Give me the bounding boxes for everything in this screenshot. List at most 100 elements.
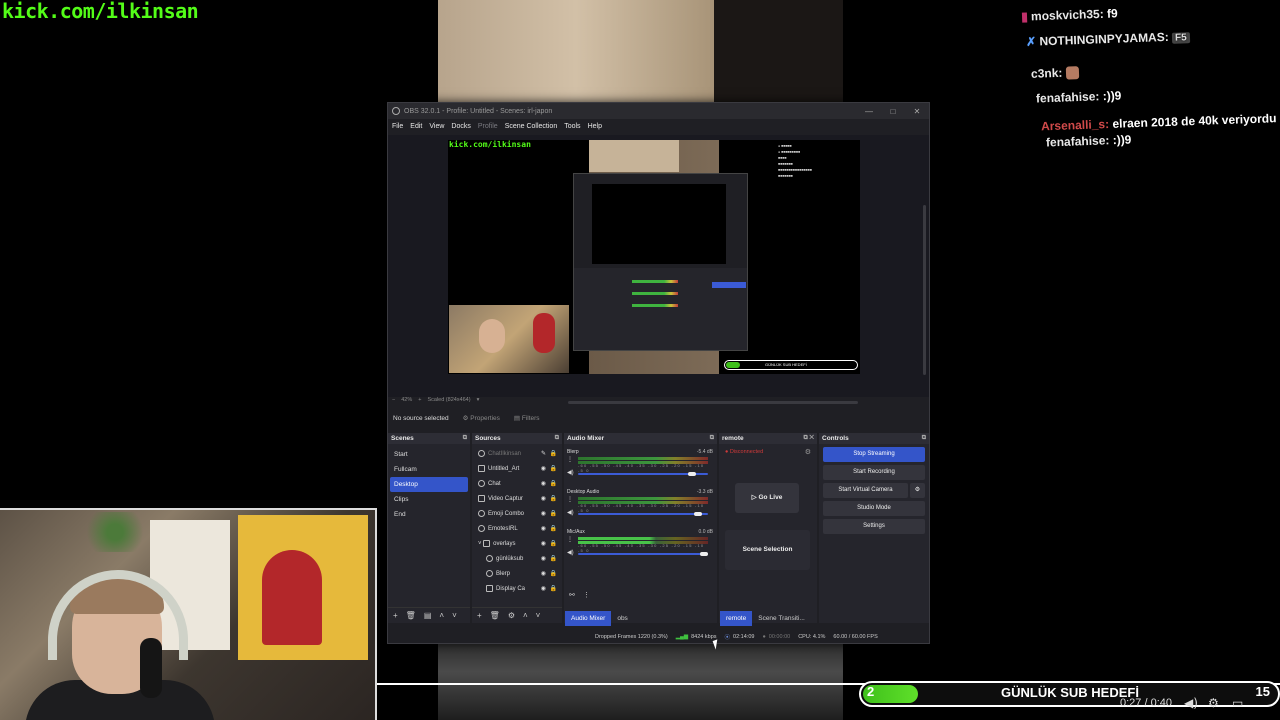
program-preview[interactable]: kick.com/ilkinsan ● ■■■■■ ● ■■■■■■■■■ ■■■■… [448, 140, 860, 374]
source-item[interactable]: Chat ◉ 🔒 [472, 477, 562, 492]
lock-icon[interactable]: 🔒 [550, 447, 557, 462]
source-group[interactable]: ˅ overlays ◉ 🔒 [472, 537, 562, 552]
speaker-icon[interactable]: ◀) [567, 509, 574, 516]
menu-file[interactable]: File [392, 123, 403, 130]
properties-button[interactable]: ⚙ Properties [463, 414, 500, 422]
source-item[interactable]: ChatIlkinsan ✎ 🔒 [472, 447, 562, 462]
menu-view[interactable]: View [429, 123, 444, 130]
scene-item-start[interactable]: Start [390, 447, 468, 462]
arrow-down-icon[interactable]: ˅ [536, 611, 541, 620]
eye-icon[interactable]: ◉ [541, 507, 546, 522]
lock-icon[interactable]: 🔒 [550, 552, 557, 567]
virtual-camera-settings-icon[interactable]: ⚙ [910, 483, 925, 498]
scene-selection-button[interactable]: Scene Selection [725, 530, 810, 570]
lock-icon[interactable]: 🔒 [550, 522, 557, 537]
lock-icon[interactable]: 🔒 [550, 492, 557, 507]
settings-icon[interactable]: ⚙ [1208, 696, 1219, 710]
scene-item-desktop[interactable]: Desktop [390, 477, 468, 492]
scene-item-end[interactable]: End [390, 507, 468, 522]
menu-help[interactable]: Help [588, 123, 602, 130]
dock-float-icon[interactable]: ⧉ [922, 433, 926, 444]
lock-icon[interactable]: 🔒 [550, 462, 557, 477]
source-item[interactable]: Untitled_Art ◉ 🔒 [472, 462, 562, 477]
tab-obs[interactable]: obs [611, 611, 633, 626]
menu-profile[interactable]: Profile [478, 123, 498, 130]
options-icon[interactable]: ⋮ [567, 496, 573, 503]
trash-icon[interactable]: 🗑 [490, 611, 500, 620]
arrow-up-icon[interactable]: ˄ [439, 611, 444, 620]
tab-audio-mixer[interactable]: Audio Mixer [565, 611, 612, 626]
menu-dots-icon[interactable]: ⋮ [583, 591, 590, 599]
volume-slider-knob[interactable] [693, 512, 702, 516]
source-item[interactable]: Emoji Combo ◉ 🔒 [472, 507, 562, 522]
arrow-down-icon[interactable]: ˅ [452, 611, 457, 620]
speaker-icon[interactable]: ◀) [567, 549, 574, 556]
filter-icon[interactable]: ▤ [424, 611, 432, 620]
eye-icon[interactable]: ◉ [541, 582, 546, 597]
speaker-icon[interactable]: ◀) [567, 469, 574, 476]
source-item[interactable]: EmotesIRL ◉ 🔒 [472, 522, 562, 537]
stop-streaming-button[interactable]: Stop Streaming [823, 447, 925, 462]
dock-float-icon[interactable]: ⧉ [710, 433, 714, 444]
studio-mode-button[interactable]: Studio Mode [823, 501, 925, 516]
lock-icon[interactable]: 🔒 [550, 537, 557, 552]
gear-icon[interactable]: ⚙ [805, 448, 811, 456]
minimize-icon[interactable]: — [857, 107, 881, 116]
arrow-up-icon[interactable]: ˄ [523, 611, 528, 620]
filters-button[interactable]: ▤ Filters [514, 414, 540, 422]
zoom-in-button[interactable]: + [418, 397, 421, 403]
scene-item-fullcam[interactable]: Fullcam [390, 462, 468, 477]
eye-icon[interactable]: ◉ [541, 462, 546, 477]
dock-float-icon[interactable]: ⧉ [463, 433, 467, 444]
eye-icon[interactable]: ◉ [541, 537, 546, 552]
close-icon[interactable]: ✕ [905, 107, 929, 116]
tab-remote[interactable]: remote [720, 611, 753, 626]
preview-vertical-scrollbar[interactable] [923, 205, 926, 375]
add-icon[interactable]: + [477, 611, 482, 620]
trash-icon[interactable]: 🗑 [406, 611, 416, 620]
remote-dock: remote ⧉ ✕ ● Disconnected ⚙ ▷ Go Live Sce… [719, 433, 817, 623]
menu-docks[interactable]: Docks [451, 123, 470, 130]
tab-scene-transitions[interactable]: Scene Transiti... [752, 611, 811, 626]
options-icon[interactable]: ⋮ [567, 456, 573, 463]
add-icon[interactable]: + [393, 611, 398, 620]
lock-icon[interactable]: 🔒 [550, 477, 557, 492]
maximize-icon[interactable]: □ [881, 107, 905, 116]
scale-dropdown-icon[interactable]: ▾ [477, 397, 480, 403]
volume-slider-knob[interactable] [700, 552, 708, 556]
dock-float-icon[interactable]: ⧉ [555, 433, 559, 444]
volume-slider-knob[interactable] [687, 472, 696, 476]
volume-icon[interactable]: ◀) [1184, 696, 1198, 710]
menu-scene-collection[interactable]: Scene Collection [505, 123, 558, 130]
source-item[interactable]: Blerp ◉ 🔒 [472, 567, 562, 582]
menu-tools[interactable]: Tools [564, 123, 580, 130]
eye-icon[interactable]: ◉ [541, 522, 546, 537]
gear-icon[interactable]: ⚙ [508, 611, 515, 620]
source-item[interactable]: Display Ca ◉ 🔒 [472, 582, 562, 597]
settings-button[interactable]: Settings [823, 519, 925, 534]
lock-icon[interactable]: 🔒 [550, 507, 557, 522]
preview-horizontal-scrollbar[interactable] [568, 401, 858, 404]
eye-icon[interactable]: ◉ [541, 567, 546, 582]
eye-icon[interactable]: ◉ [541, 477, 546, 492]
start-virtual-camera-button[interactable]: Start Virtual Camera [823, 483, 908, 498]
options-icon[interactable]: ⋮ [567, 536, 573, 543]
scale-mode[interactable]: Scaled (824x464) [427, 397, 470, 403]
edit-icon[interactable]: ✎ [541, 447, 546, 462]
menu-edit[interactable]: Edit [410, 123, 422, 130]
zoom-out-button[interactable]: − [392, 397, 395, 403]
start-recording-button[interactable]: Start Recording [823, 465, 925, 480]
volume-slider[interactable] [578, 553, 708, 555]
dock-close-icon[interactable]: ⧉ ✕ [803, 433, 814, 444]
source-item[interactable]: günlüksub ◉ 🔒 [472, 552, 562, 567]
go-live-button[interactable]: ▷ Go Live [735, 483, 799, 513]
source-item[interactable]: Video Captur ◉ 🔒 [472, 492, 562, 507]
scene-item-clips[interactable]: Clips [390, 492, 468, 507]
lock-icon[interactable]: 🔒 [550, 582, 557, 597]
volume-slider[interactable] [578, 513, 708, 515]
lock-icon[interactable]: 🔒 [550, 567, 557, 582]
link-icon[interactable]: ⚯ [569, 591, 575, 599]
pip-icon[interactable]: ▭ [1232, 696, 1243, 710]
eye-icon[interactable]: ◉ [541, 492, 546, 507]
eye-icon[interactable]: ◉ [541, 552, 546, 567]
